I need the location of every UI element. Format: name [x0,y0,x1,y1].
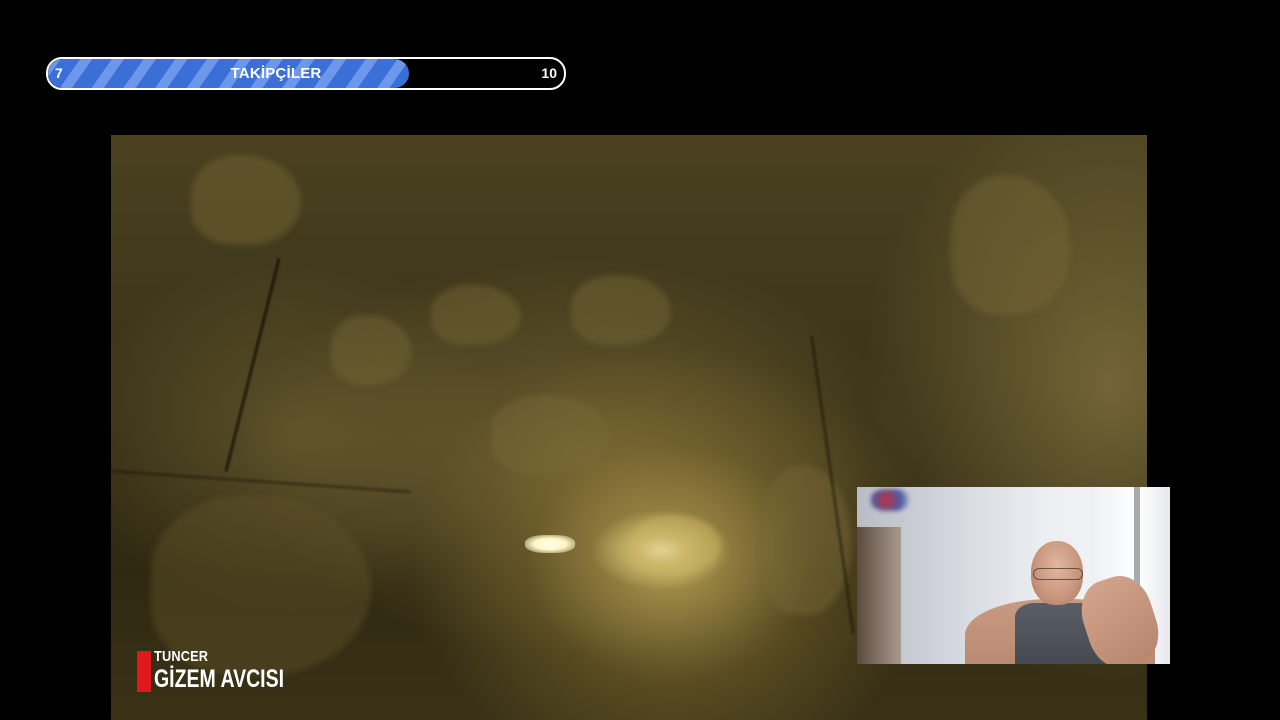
logo-top-text: TUNCER [154,648,209,665]
rock-texture [571,275,671,345]
logo-main-text: GİZEM AVCISI [154,665,285,693]
webcam-background-flag [871,489,909,511]
channel-logo: TUNCER GİZEM AVCISI [137,648,297,694]
rock-texture [631,515,721,575]
rock-crack [224,257,281,473]
rock-texture [331,315,411,385]
rock-texture [761,465,851,615]
light-opening [525,535,575,553]
logo-red-bar [137,651,151,692]
stream-canvas: 7 TAKİPÇİLER 10 TUNCER GİZEM AVCISI [0,0,1280,720]
follower-goal-label: TAKİPÇİLER [230,65,322,82]
follower-goal-target: 10 [541,65,557,81]
presenter-webcam [857,487,1170,664]
presenter-glasses [1033,568,1083,580]
rock-texture [191,155,301,245]
presenter-person [945,537,1168,664]
rock-texture [951,175,1071,315]
rock-crack [111,469,411,494]
rock-texture [431,285,521,345]
rock-texture [491,395,611,475]
follower-goal-bar: 7 TAKİPÇİLER 10 [46,57,566,90]
webcam-background-door [857,527,901,664]
